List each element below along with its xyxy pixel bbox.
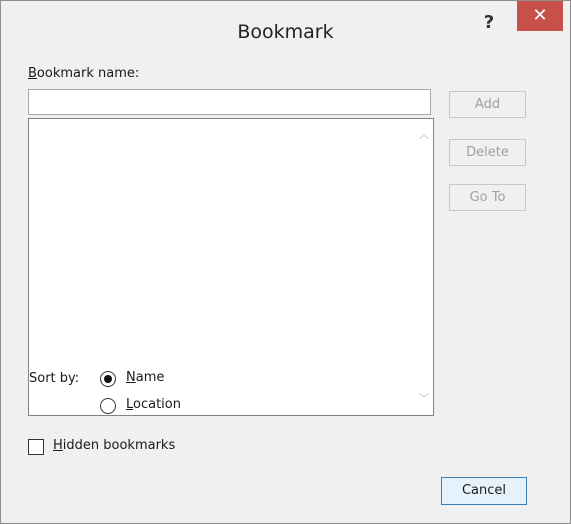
bookmark-name-input[interactable]: [28, 89, 431, 115]
sort-location-radio[interactable]: [100, 398, 116, 414]
hidden-bookmarks-checkbox[interactable]: [28, 439, 44, 455]
bookmark-dialog: Bookmark ? ✕ Bookmark name: ︿ ﹀ Add Dele…: [0, 0, 571, 524]
sort-by-label: Sort by:: [29, 371, 80, 386]
dialog-body: Bookmark name: ︿ ﹀ Add Delete Go To Sort…: [9, 57, 562, 515]
list-scrollbar[interactable]: ︿ ﹀: [415, 119, 433, 415]
title-bar: Bookmark ? ✕: [1, 1, 570, 57]
chevron-down-icon[interactable]: ﹀: [415, 391, 433, 407]
delete-button[interactable]: Delete: [449, 139, 526, 166]
cancel-button[interactable]: Cancel: [441, 477, 527, 505]
add-button[interactable]: Add: [449, 91, 526, 118]
radio-selected-dot: [104, 375, 112, 383]
bookmark-name-label: Bookmark name:: [28, 66, 140, 81]
close-button[interactable]: ✕: [517, 1, 563, 31]
chevron-up-icon[interactable]: ︿: [415, 127, 433, 143]
help-button[interactable]: ?: [469, 9, 509, 37]
sort-name-radio[interactable]: [100, 371, 116, 387]
sort-name-label[interactable]: Name: [126, 370, 164, 385]
go-to-button[interactable]: Go To: [449, 184, 526, 211]
close-icon: ✕: [532, 5, 548, 26]
hidden-bookmarks-label[interactable]: Hidden bookmarks: [53, 438, 175, 453]
bookmark-list[interactable]: ︿ ﹀: [28, 118, 434, 416]
sort-location-label[interactable]: Location: [126, 397, 181, 412]
